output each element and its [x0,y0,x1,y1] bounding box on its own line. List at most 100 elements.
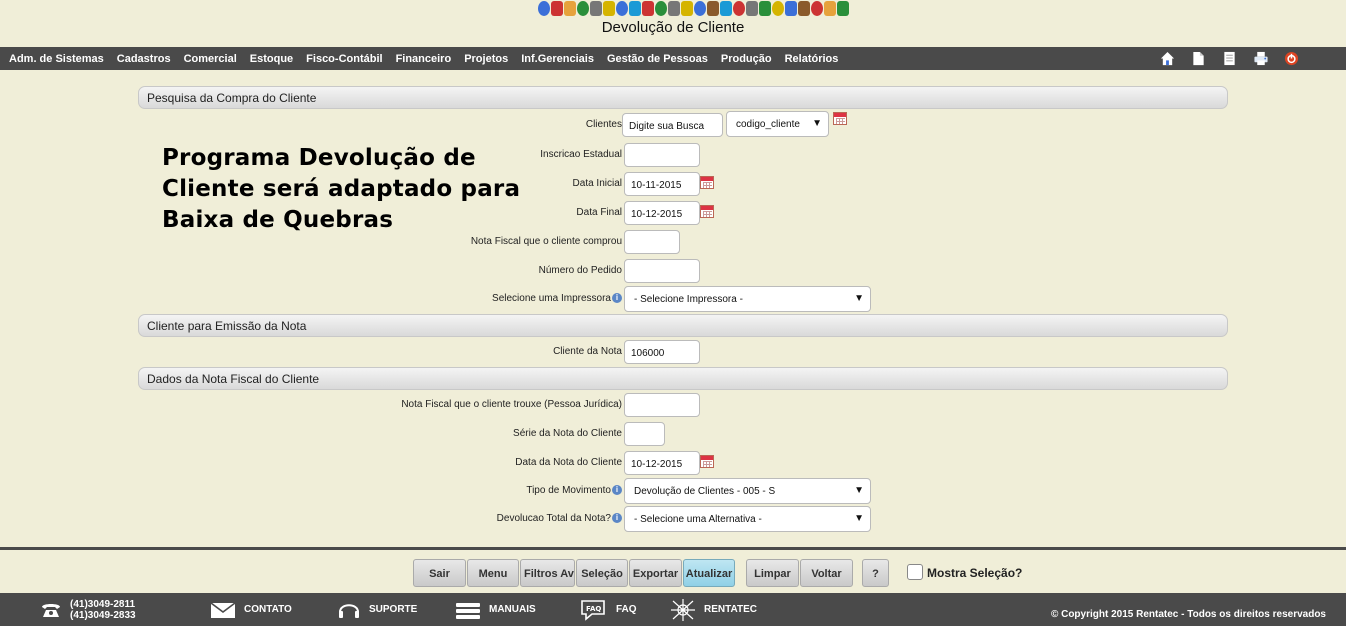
app-header: Devolução de Cliente [0,0,1346,47]
module-icon[interactable] [811,1,823,16]
nf-comprou-input[interactable] [624,230,680,254]
menu-gestao-pessoas[interactable]: Gestão de Pessoas [598,53,708,65]
atualizar-button[interactable]: Atualizar [683,559,735,587]
home-icon[interactable] [1159,50,1176,67]
module-icon[interactable] [798,1,810,16]
menu-producao[interactable]: Produção [712,53,772,65]
nf-trouxe-input[interactable] [624,393,700,417]
voltar-button[interactable]: Voltar [800,559,853,587]
menu-adm-sistemas[interactable]: Adm. de Sistemas [0,53,104,65]
menu-button[interactable]: Menu [467,559,519,587]
module-icon[interactable] [759,1,771,16]
data-final-label: Data Final [576,207,622,218]
impressora-label-text: Selecione uma Impressora [492,293,611,304]
module-icon[interactable] [642,1,654,16]
books-icon [456,602,480,619]
module-icon[interactable] [668,1,680,16]
power-icon[interactable] [1283,50,1300,67]
menu-fisco-contabil[interactable]: Fisco-Contábil [297,53,382,65]
data-nota-label: Data da Nota do Cliente [515,457,622,468]
module-icon[interactable] [577,1,589,16]
cliente-nota-input[interactable]: 106000 [624,340,700,364]
menu-inf-gerenciais[interactable]: Inf.Gerenciais [512,53,594,65]
footer-suporte-link[interactable]: SUPORTE [337,593,417,626]
filtros-avancados-button[interactable]: Filtros Avançados [520,559,575,587]
document-icon[interactable] [1190,50,1207,67]
limpar-button[interactable]: Limpar [746,559,799,587]
network-icon [671,598,695,621]
module-icon[interactable] [590,1,602,16]
module-icon[interactable] [681,1,693,16]
calendar-icon[interactable] [700,455,714,468]
chevron-down-icon: ▼ [854,485,864,496]
serie-input[interactable] [624,422,665,446]
module-icon[interactable] [733,1,745,16]
module-icon[interactable] [720,1,732,16]
module-icon[interactable] [551,1,563,16]
phone-number: (41)3049-2833 [70,609,136,621]
module-icon[interactable] [603,1,615,16]
calendar-icon[interactable] [700,176,714,189]
impressora-select[interactable]: - Selecione Impressora - ▼ [624,286,871,312]
exportar-button[interactable]: Exportar [629,559,682,587]
sair-button[interactable]: Sair [413,559,466,587]
menu-estoque[interactable]: Estoque [241,53,293,65]
module-icon[interactable] [707,1,719,16]
pedido-label: Número do Pedido [538,265,622,276]
footer-faq-link[interactable]: FAQ FAQ [580,593,637,626]
module-icon[interactable] [824,1,836,16]
menu-financeiro[interactable]: Financeiro [387,53,452,65]
calendar-icon[interactable] [700,205,714,218]
adaptation-note-line: Baixa de Quebras [162,207,394,233]
devolucao-total-select[interactable]: - Selecione uma Alternativa - ▼ [624,506,871,532]
footer-contato-link[interactable]: CONTATO [210,593,292,626]
section-pesquisa-compra: Pesquisa da Compra do Cliente [138,86,1228,109]
module-icon[interactable] [564,1,576,16]
footer-rentatec-link[interactable]: RENTATEC [670,593,757,626]
data-final-input[interactable]: 10-12-2015 [624,201,700,225]
clientes-search-input[interactable]: Digite sua Busca [622,113,723,137]
clientes-field-select[interactable]: codigo_cliente ▼ [726,111,829,137]
svg-text:FAQ: FAQ [586,605,601,613]
data-inicial-input[interactable]: 10-11-2015 [624,172,700,196]
menu-projetos[interactable]: Projetos [455,53,508,65]
ie-input[interactable] [624,143,700,167]
module-icon[interactable] [616,1,628,16]
data-nota-input[interactable]: 10-12-2015 [624,451,700,475]
info-icon[interactable]: i [612,293,622,303]
menu-relatorios[interactable]: Relatórios [776,53,839,65]
serie-label: Série da Nota do Cliente [513,428,622,439]
module-icon[interactable] [538,1,550,16]
tipo-mov-select-value: Devolução de Clientes - 005 - S [634,486,776,497]
tipo-mov-select[interactable]: Devolução de Clientes - 005 - S ▼ [624,478,871,504]
module-icon[interactable] [629,1,641,16]
menu-comercial[interactable]: Comercial [175,53,237,65]
footer-rentatec-label: RENTATEC [704,604,757,615]
mostra-selecao-checkbox[interactable] [907,564,923,580]
calendar-icon[interactable] [833,112,847,125]
footer-faq-label: FAQ [616,604,637,615]
selecao-button[interactable]: Seleção [576,559,628,587]
page-icon[interactable] [1221,50,1238,67]
info-icon[interactable]: i [612,485,622,495]
copyright-text: © Copyright 2015 Rentatec - Todos os dir… [1050,609,1326,620]
phone-numbers: (41)3049-2811 (41)3049-2833 [70,599,136,621]
module-icon[interactable] [655,1,667,16]
module-icon[interactable] [746,1,758,16]
pedido-input[interactable] [624,259,700,283]
module-icon[interactable] [772,1,784,16]
menu-cadastros[interactable]: Cadastros [108,53,171,65]
tipo-mov-label: Tipo de Movimento i [526,485,622,496]
footer-contato-label: CONTATO [244,604,292,615]
info-icon[interactable]: i [612,513,622,523]
print-icon[interactable] [1252,50,1269,67]
ie-label: Inscricao Estadual [540,149,622,160]
adaptation-note-line: Cliente será adaptado para [162,176,521,202]
help-button[interactable]: ? [862,559,889,587]
module-icon[interactable] [694,1,706,16]
footer-manuais-link[interactable]: MANUAIS [455,593,536,626]
module-icon[interactable] [837,1,849,16]
chevron-down-icon: ▼ [812,118,822,129]
module-icon[interactable] [785,1,797,16]
impressora-label: Selecione uma Impressora i [492,293,622,304]
